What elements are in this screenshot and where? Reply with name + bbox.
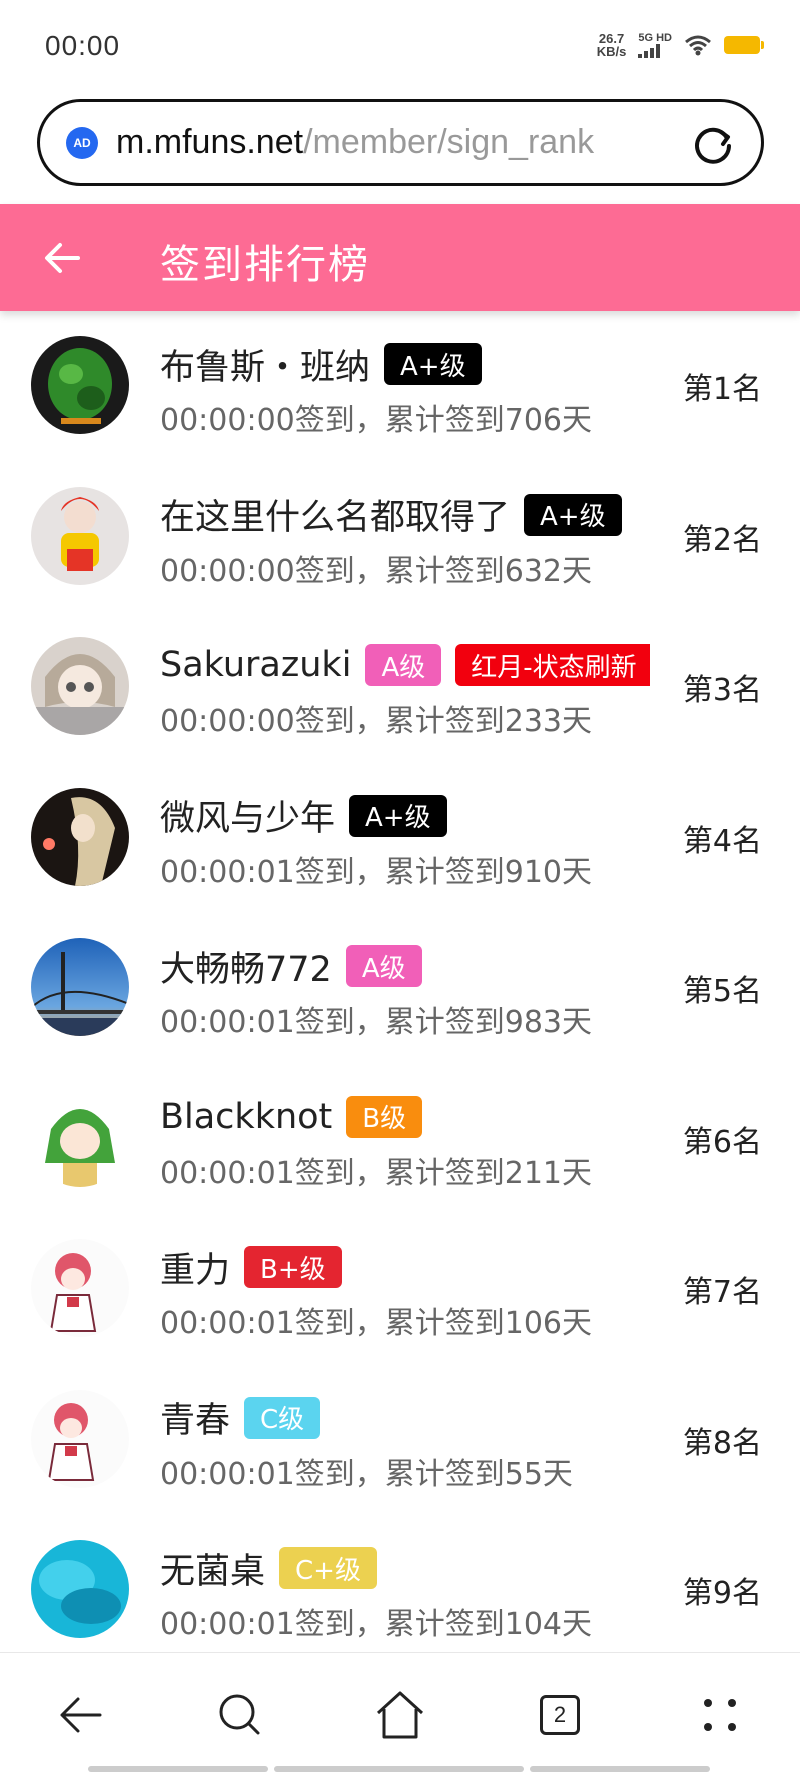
user-name[interactable]: 在这里什么名都取得了: [160, 492, 510, 538]
url-path: /member/sign_rank: [303, 123, 595, 161]
user-name[interactable]: Blackknot: [160, 1097, 332, 1137]
home-icon: [376, 1691, 424, 1739]
user-name[interactable]: Sakurazuki: [160, 645, 351, 685]
level-badge: C级: [244, 1396, 321, 1439]
back-arrow-icon[interactable]: [42, 238, 82, 278]
rank-label: 第8名: [682, 1425, 762, 1461]
rank-label: 第1名: [682, 372, 762, 407]
user-name[interactable]: 青春: [160, 1395, 230, 1441]
name-row: 微风与少年 A+级: [160, 793, 650, 839]
user-avatar[interactable]: [31, 787, 129, 886]
level-badge: A级: [365, 644, 442, 686]
user-avatar[interactable]: [31, 1088, 129, 1187]
nav-home-button[interactable]: [372, 1687, 428, 1743]
nav-menu-button[interactable]: [692, 1687, 748, 1743]
nav-back-button[interactable]: [52, 1687, 108, 1743]
name-row: Blackknot B级: [160, 1094, 650, 1140]
name-row: 青春 C级: [160, 1395, 650, 1441]
name-row: 重力 B+级: [160, 1244, 650, 1290]
status-time: 00:00: [45, 30, 121, 61]
url-host: m.mfuns.net: [116, 123, 304, 161]
name-row: 无菌桌 C+级: [160, 1545, 650, 1591]
user-avatar[interactable]: [31, 938, 129, 1036]
reload-icon[interactable]: [691, 122, 735, 166]
gesture-bar: [530, 1766, 710, 1772]
rank-item[interactable]: 青春 C级 00:00:01签到，累计签到55天 第8名: [0, 1365, 800, 1516]
gesture-bar: [88, 1766, 268, 1772]
page-title: 签到排行榜: [160, 242, 370, 288]
wifi-icon: [685, 35, 711, 56]
status-icons: 26.7 KB/s 5G HD: [597, 31, 764, 58]
network-speed: 26.7 KB/s: [597, 32, 627, 58]
rank-item[interactable]: 在这里什么名都取得了 A+级 00:00:00签到，累计签到632天 第2名: [0, 462, 800, 613]
rank-label: 第6名: [682, 1124, 762, 1160]
rank-list: 布鲁斯・班纳 A+级 00:00:00签到，累计签到706天 第1名 在这里什么…: [0, 311, 800, 1666]
rank-label: 第9名: [682, 1576, 762, 1611]
sign-info: 00:00:01签到，累计签到983天: [160, 1005, 592, 1040]
name-row: Sakurazuki A级 红月-状态刷新: [160, 642, 650, 688]
rank-item[interactable]: Blackknot B级 00:00:01签到，累计签到211天 第6名: [0, 1064, 800, 1215]
url-field[interactable]: m.mfuns.net/member/sign_rank: [116, 123, 594, 162]
sign-info: 00:00:00签到，累计签到632天: [160, 553, 592, 589]
network-speed-unit: KB/s: [596, 44, 627, 59]
app-header: 签到排行榜: [0, 204, 800, 311]
sign-info: 00:00:01签到，累计签到211天: [160, 1155, 592, 1191]
user-name[interactable]: 布鲁斯・班纳: [160, 341, 370, 388]
user-avatar[interactable]: [31, 336, 129, 434]
level-badge: B级: [346, 1095, 423, 1138]
search-icon: [219, 1694, 260, 1735]
level-badge: C+级: [279, 1547, 377, 1589]
user-name[interactable]: 重力: [160, 1244, 230, 1291]
level-badge: A级: [345, 945, 422, 987]
rank-item[interactable]: 大畅畅772 A级 00:00:01签到，累计签到983天 第5名: [0, 913, 800, 1064]
nav-search-button[interactable]: [212, 1687, 268, 1743]
user-name[interactable]: 无菌桌: [160, 1545, 265, 1592]
level-badge: A+级: [349, 794, 447, 837]
rank-label: 第4名: [682, 823, 762, 859]
level-badge: A+级: [384, 343, 482, 385]
sign-info: 00:00:00签到，累计签到233天: [160, 704, 592, 739]
level-badge: B+级: [244, 1246, 342, 1288]
battery-icon: [724, 36, 764, 54]
user-avatar[interactable]: [31, 486, 129, 585]
rank-label: 第2名: [682, 522, 762, 558]
sign-info: 00:00:01签到，累计签到910天: [160, 854, 592, 890]
bottom-nav: 2: [0, 1652, 800, 1778]
rank-item[interactable]: Sakurazuki A级 红月-状态刷新 00:00:00签到，累计签到233…: [0, 612, 800, 763]
menu-icon: [704, 1699, 736, 1731]
sign-info: 00:00:01签到，累计签到55天: [160, 1456, 573, 1492]
rank-label: 第7名: [682, 1275, 762, 1310]
user-name[interactable]: 微风与少年: [160, 793, 335, 839]
sign-info: 00:00:01签到，累计签到104天: [160, 1607, 592, 1642]
level-badge: A+级: [524, 493, 622, 536]
rank-item[interactable]: 布鲁斯・班纳 A+级 00:00:00签到，累计签到706天 第1名: [0, 311, 800, 462]
rank-label: 第3名: [682, 673, 762, 708]
user-avatar[interactable]: [31, 637, 129, 735]
user-avatar[interactable]: [31, 1389, 129, 1488]
title-badge: 红月-状态刷新: [455, 644, 650, 686]
back-icon: [60, 1697, 102, 1733]
rank-item[interactable]: 重力 B+级 00:00:01签到，累计签到106天 第7名: [0, 1214, 800, 1365]
user-avatar[interactable]: [31, 1540, 129, 1638]
ad-block-icon[interactable]: AD: [66, 126, 98, 159]
sign-info: 00:00:01签到，累计签到106天: [160, 1306, 592, 1341]
sign-info: 00:00:00签到，累计签到706天: [160, 403, 592, 438]
rank-item[interactable]: 微风与少年 A+级 00:00:01签到，累计签到910天 第4名: [0, 763, 800, 914]
name-row: 布鲁斯・班纳 A+级: [160, 341, 650, 387]
name-row: 大畅畅772 A级: [160, 943, 650, 989]
rank-item[interactable]: 无菌桌 C+级 00:00:01签到，累计签到104天 第9名: [0, 1515, 800, 1666]
gesture-bar: [274, 1766, 524, 1772]
user-avatar[interactable]: [31, 1239, 129, 1337]
cellular-signal-icon: 5G HD: [638, 31, 672, 58]
rank-label: 第5名: [682, 974, 762, 1009]
user-name[interactable]: 大畅畅772: [160, 943, 332, 990]
network-type: 5G HD: [638, 31, 672, 44]
status-bar: 00:00 26.7 KB/s 5G HD: [0, 0, 800, 96]
name-row: 在这里什么名都取得了 A+级: [160, 492, 650, 538]
address-bar[interactable]: AD m.mfuns.net/member/sign_rank: [37, 99, 764, 186]
tabs-icon: 2: [540, 1695, 580, 1735]
nav-tabs-button[interactable]: 2: [532, 1687, 588, 1743]
